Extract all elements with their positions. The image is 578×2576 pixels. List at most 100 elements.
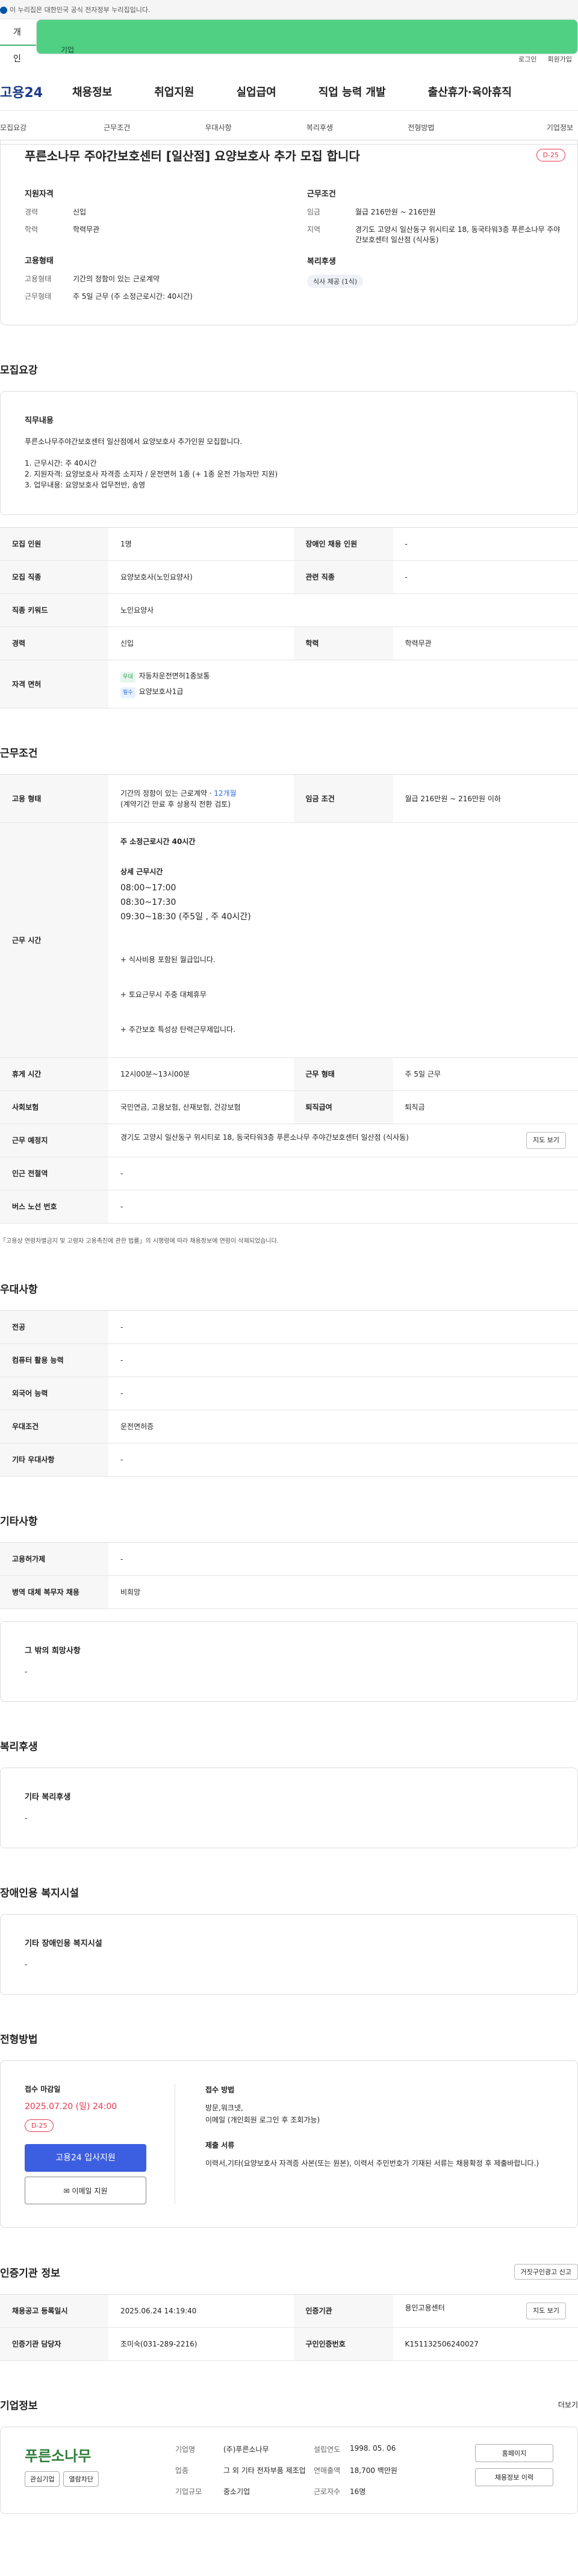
table-row: 근무 시간 주 소정근로시간 40시간 상세 근무시간 08:00~17:00 … — [0, 822, 578, 1058]
etc-table: 고용허가제 - 병역 대체 복무자 채용 비희망 — [0, 1542, 578, 1609]
table-row: 휴게 시간 12시00분~13시00분 근무 형태 주 5일 근무 — [0, 1057, 578, 1091]
work-label: 지역 — [307, 225, 321, 234]
table-row: 인증기관 담당자 조미숙(031-289-2216) 구인인증번호 K15113250… — [0, 2327, 578, 2361]
table-row: 모집 직종 요양보호사(노인요양사) 관련 직종 - — [0, 560, 578, 594]
section-title-recruit: 모집요강 — [0, 364, 38, 377]
work-label: 임금 — [307, 208, 321, 216]
emp-heading: 고용형태 — [25, 257, 54, 266]
qual-heading: 지원자격 — [25, 190, 54, 199]
emp-value: 주 5일 근무 (주 소정근로시간: 40시간) — [73, 292, 193, 301]
table-row: 고용 형태 기간의 정함이 있는 근로계약 · 12개월 (계약기간 만료 후 상용… — [0, 774, 578, 823]
emp-value: 기간의 정함이 있는 근로계약 — [73, 275, 160, 283]
signup-link[interactable]: 회원가입 — [548, 54, 572, 64]
table-row: 외국어 능력 - — [0, 1377, 578, 1410]
job-history-button[interactable]: 채용정보 이력 — [475, 2468, 553, 2486]
company-logo: 푸른소나무 — [25, 2448, 92, 2465]
work-heading: 근무조건 — [307, 190, 336, 199]
favorite-company-button[interactable]: 관심기업 — [25, 2471, 60, 2487]
work-value: 경기도 고양시 일산동구 위시티로 18, 동국타워3층 푸른소나무 주야간보호… — [355, 225, 561, 244]
section-link-company[interactable]: 기업정보 — [472, 122, 578, 133]
section-title-welfare: 복리후생 — [0, 1741, 38, 1753]
section-link-selection[interactable]: 전형방법 — [370, 122, 471, 133]
welfare-heading: 복리후생 — [307, 257, 336, 266]
agency-map-button[interactable]: 지도 보기 — [526, 2302, 566, 2319]
age-notice: 「고용상 연령차별금지 및 고령자 고용촉진에 관한 법률」의 시행령에 따라 … — [0, 1238, 279, 1245]
section-link-pref[interactable]: 우대사항 — [167, 122, 269, 133]
section-link-welfare[interactable]: 복리후생 — [269, 122, 370, 133]
more-link[interactable]: 더보기 — [558, 2399, 578, 2410]
section-title-company: 기업정보 — [0, 2400, 38, 2412]
mail-icon: ✉ — [63, 2187, 72, 2195]
dday-badge: D-25 — [25, 2119, 54, 2132]
nav-item-leave[interactable]: 출산휴가·육아휴직 — [428, 84, 512, 99]
dday-badge: D-25 — [536, 148, 565, 161]
section-title-etc: 기타사항 — [0, 1516, 38, 1528]
company-header: 기업정보 더보기 — [0, 2397, 578, 2412]
main-nav: 고용24 채용정보 취업지원 실업급여 직업 능력 개발 출산휴가·육아휴직 — [0, 72, 578, 111]
table-row: 채용공고 등록일시 2025.06.24 14:19:40 인증기관 용인고용센터 지도… — [0, 2294, 578, 2328]
agency-header: 인증기관 정보 거짓구인광고 신고 — [0, 2264, 578, 2280]
duty-line: 1. 근무시간: 주 40시간 — [25, 459, 97, 467]
job-summary-card: 푸른소나무 주야간보호센터 [일산점] 요양보호사 추가 모집 합니다 D-25… — [0, 140, 578, 325]
apply-button[interactable]: 고용24 입사지원 — [25, 2144, 146, 2172]
weekly-hours: 주 소정근로시간 40시간 — [120, 837, 196, 846]
qual-label: 학력 — [25, 225, 39, 234]
deadline-date: 2025.07.20 (일) 24:00 — [25, 2102, 117, 2112]
user-type-tabs: 개인 기업 — [0, 19, 578, 64]
job-title: 푸른소나무 주야간보호센터 [일산점] 요양보호사 추가 모집 합니다 — [25, 148, 360, 163]
nav-item-employment-support[interactable]: 취업지원 — [154, 84, 194, 99]
qual-label: 경력 — [25, 208, 39, 216]
nav-item-jobs[interactable]: 채용정보 — [72, 84, 112, 99]
table-row: 우대조건 운전면허증 — [0, 1410, 578, 1443]
table-row: 인근 전철역 - — [0, 1157, 578, 1190]
section-title-pref: 우대사항 — [0, 1284, 38, 1296]
section-link-work[interactable]: 근무조건 — [66, 122, 167, 133]
duty-line: 3. 업무내용: 요양보호사 업무전반, 송영 — [25, 481, 146, 489]
nav-item-job-training[interactable]: 직업 능력 개발 — [319, 84, 386, 99]
nav-item-unemployment-benefit[interactable]: 실업급여 — [237, 84, 276, 99]
email-apply-button[interactable]: ✉ 이메일 지원 — [25, 2177, 146, 2204]
tab-personal[interactable]: 개인 — [0, 19, 36, 64]
duty-heading: 직무내용 — [25, 416, 54, 425]
gov-banner: 이 누리집은 대한민국 공식 전자정부 누리집입니다. — [0, 0, 578, 19]
table-row: 모집 인원 1명 장애인 채용 인원 - — [0, 527, 578, 561]
section-title-agency: 인증기관 정보 — [0, 2267, 60, 2280]
report-button[interactable]: 거짓구인광고 신고 — [514, 2264, 578, 2280]
required-tag: 필수 — [120, 687, 135, 698]
recruit-table: 모집 인원 1명 장애인 채용 인원 - 모집 직종 요양보호사(노인요양사) 관련 직종… — [0, 527, 578, 708]
login-link[interactable]: 로그인 — [518, 54, 536, 64]
license-item: 자동차운전면허1종보통 — [138, 671, 210, 680]
tab-company[interactable]: 기업 — [36, 19, 578, 54]
license-item: 요양보호사1급 — [138, 687, 184, 696]
table-row: 경력 신입 학력 학력무관 — [0, 627, 578, 660]
duty-line: 푸른소나무주야간보호센터 일산점에서 요양보호사 추가인원 모집합니다. — [25, 437, 243, 446]
korea-emblem-icon — [0, 7, 7, 14]
pref-table: 전공 - 컴퓨터 활용 능력 - 외국어 능력 - 우대조건 운전면허증 기타 우대사항… — [0, 1310, 578, 1477]
table-row: 병역 대체 복무자 채용 비희망 — [0, 1575, 578, 1609]
emp-label: 근무형태 — [25, 292, 52, 301]
table-row: 기타 우대사항 - — [0, 1443, 578, 1477]
qual-value: 신입 — [73, 208, 87, 216]
table-row: 사회보험 국민연금, 고용보험, 산재보험, 건강보험 퇴직급여 퇴직금 — [0, 1090, 578, 1124]
map-button[interactable]: 지도 보기 — [526, 1132, 566, 1149]
homepage-button[interactable]: 홈페이지 — [475, 2444, 553, 2462]
table-row: 고용허가제 - — [0, 1542, 578, 1576]
section-title-selection: 전형방법 — [0, 2034, 38, 2046]
emp-label: 고용형태 — [25, 275, 52, 283]
section-link-recruit[interactable]: 모집요강 — [0, 122, 66, 133]
section-title-work: 근무조건 — [0, 748, 38, 760]
duty-box: 직무내용 푸른소나무주야간보호센터 일산점에서 요양보호사 추가인원 모집합니다… — [0, 391, 578, 515]
site-logo[interactable]: 고용24 — [0, 82, 72, 101]
contract-months: 12개월 — [214, 789, 237, 798]
company-card: 푸른소나무 관심기업 열람차단 기업명 (주)푸른소나무 설립연도 1998. 05.… — [0, 2427, 578, 2514]
work-table: 고용 형태 기간의 정함이 있는 근로계약 · 12개월 (계약기간 만료 후 상용… — [0, 774, 578, 1224]
welfare-chip: 식사 제공 (1식) — [307, 275, 364, 288]
block-company-button[interactable]: 열람차단 — [63, 2471, 99, 2487]
work-place-address: 경기도 고양시 일산동구 위시티로 18, 동국타워3층 푸른소나무 주야간보호… — [120, 1133, 409, 1142]
table-row: 자격 면허 우대 자동차운전면허1종보통 필수 요양보호사1급 — [0, 660, 578, 708]
other-wishes-box: 그 밖의 희망사항 - — [0, 1621, 578, 1702]
apply-box: 접수 마감일 2025.07.20 (일) 24:00 D-25 고용24 입사… — [0, 2060, 578, 2228]
agency-table: 채용공고 등록일시 2025.06.24 14:19:40 인증기관 용인고용센터 지도… — [0, 2294, 578, 2361]
welfare-box: 기타 복리후생 - — [0, 1768, 578, 1848]
table-row: 직종 키워드 노인요양사 — [0, 593, 578, 627]
